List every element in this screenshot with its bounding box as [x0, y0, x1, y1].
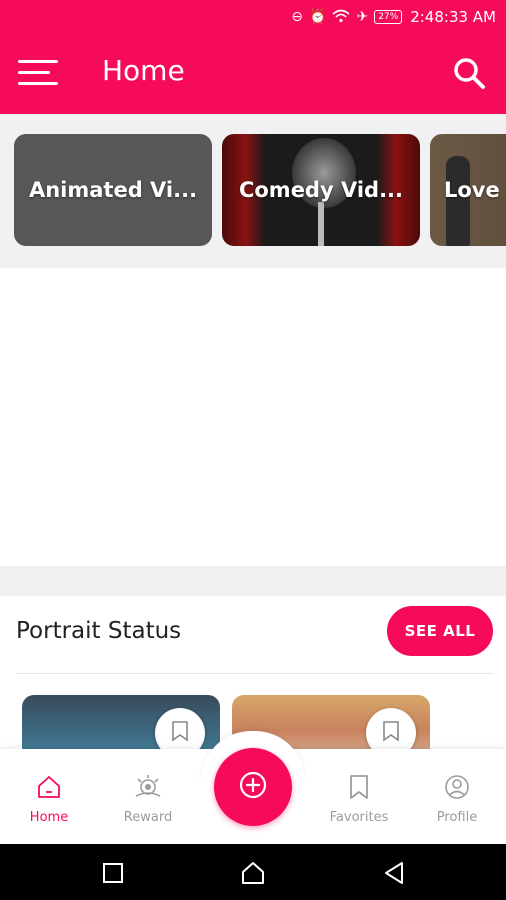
hamburger-menu-icon[interactable]	[18, 56, 62, 90]
status-time: 2:48:33 AM	[410, 8, 496, 26]
category-card-animated[interactable]: Animated Vi...	[14, 134, 212, 246]
home-icon	[36, 774, 62, 804]
section-title: Portrait Status	[16, 618, 182, 644]
bookmark-icon	[171, 720, 189, 746]
section-separator	[0, 566, 506, 596]
category-carousel[interactable]: Animated Vi... Comedy Vid... Love V	[0, 114, 506, 268]
back-icon[interactable]	[381, 860, 407, 886]
alarm-icon: ⏰	[309, 9, 327, 25]
profile-icon	[444, 774, 470, 804]
home-system-icon[interactable]	[240, 860, 266, 886]
see-all-button[interactable]: SEE ALL	[387, 606, 493, 656]
bookmark-icon	[382, 720, 400, 746]
microphone-stand-image	[318, 202, 324, 246]
category-card-comedy[interactable]: Comedy Vid...	[222, 134, 420, 246]
category-label: Animated Vi...	[28, 178, 198, 202]
page-title: Home	[102, 54, 185, 87]
category-label: Love V	[444, 178, 506, 202]
category-card-love[interactable]: Love V	[430, 134, 506, 246]
battery-icon: 27%	[374, 10, 403, 24]
nav-item-home[interactable]: Home	[4, 774, 94, 825]
content-placeholder	[0, 268, 506, 566]
system-navigation-bar	[0, 844, 506, 900]
nav-item-profile[interactable]: Profile	[412, 774, 502, 825]
airplane-icon: ✈	[356, 9, 369, 25]
search-icon[interactable]	[450, 54, 490, 94]
nav-item-reward[interactable]: Reward	[103, 774, 193, 825]
divider	[16, 673, 493, 674]
bookmark-icon	[348, 774, 370, 804]
recents-icon[interactable]	[100, 860, 126, 886]
do-not-disturb-icon: ⊖	[291, 9, 304, 25]
add-button[interactable]	[214, 748, 292, 826]
nav-label: Favorites	[329, 810, 389, 825]
nav-label: Reward	[123, 810, 173, 825]
wifi-icon	[332, 9, 350, 26]
category-label: Comedy Vid...	[238, 178, 404, 202]
reward-icon	[134, 774, 162, 804]
status-icons: ⊖ ⏰ ✈ 27%	[291, 9, 403, 26]
nav-item-favorites[interactable]: Favorites	[314, 774, 404, 825]
status-bar: ⊖ ⏰ ✈ 27% 2:48:33 AM	[0, 0, 506, 34]
add-circle-icon	[237, 769, 269, 805]
nav-label: Profile	[436, 810, 478, 825]
nav-label: Home	[29, 810, 69, 825]
app-bar: Home	[0, 34, 506, 114]
